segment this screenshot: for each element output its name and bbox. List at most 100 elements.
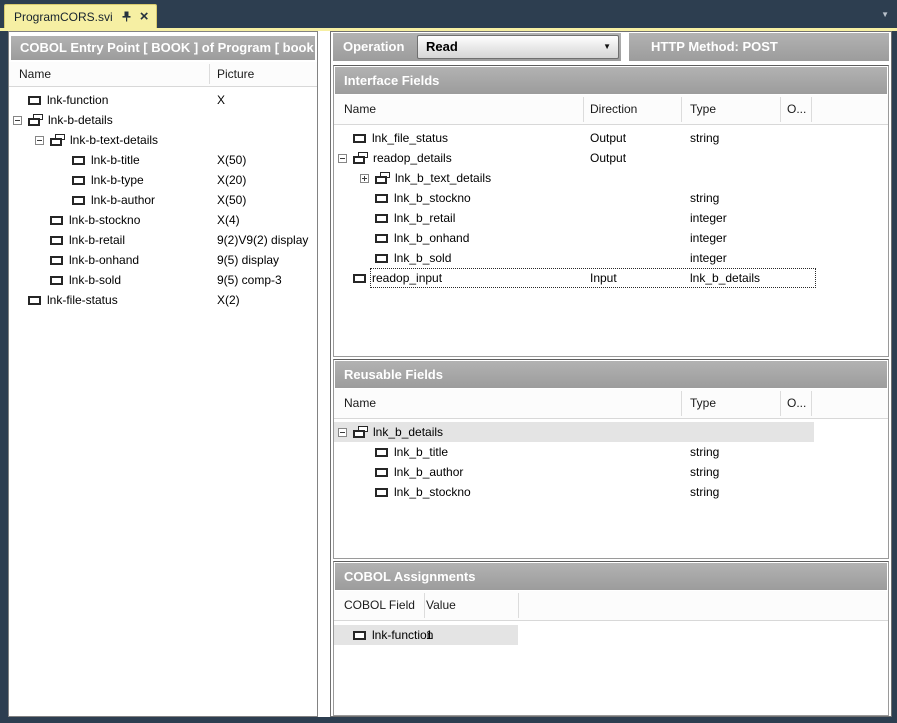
tab-overflow-icon[interactable]: ▼: [881, 10, 889, 19]
tree-row-lnk_b_title[interactable]: lnk_b_titlestring: [334, 442, 888, 462]
column-header-value: Value: [426, 591, 456, 620]
cell-type: lnk_b_details: [690, 268, 760, 288]
tree-row-lnk_b_onhand[interactable]: lnk_b_onhand integer: [334, 228, 888, 248]
column-separator: [681, 97, 682, 122]
cell-type: string: [690, 442, 719, 462]
cell-picture: X(2): [217, 290, 240, 310]
row-label: lnk_b_onhand: [394, 231, 469, 245]
interface-fields-section: Interface Fields Name Direction Type O..…: [333, 65, 889, 357]
close-icon[interactable]: ×: [140, 9, 149, 24]
cell-type: string: [690, 128, 719, 148]
collapse-icon[interactable]: [338, 428, 347, 437]
column-separator: [780, 391, 781, 416]
cell-type: string: [690, 462, 719, 482]
field-icon: [375, 468, 388, 477]
row-label: lnk-b-text-details: [70, 133, 158, 147]
group-icon: [28, 114, 43, 126]
row-label: lnk-b-stockno: [69, 213, 140, 227]
expander-spacer: [338, 278, 353, 279]
tree-row-lnk-b-type[interactable]: lnk-b-type X(20): [9, 170, 317, 190]
operation-bar: Operation Read ▼: [333, 33, 621, 61]
expand-icon[interactable]: [360, 174, 369, 183]
expander-spacer: [35, 240, 50, 241]
tree-row-lnk_b_stockno[interactable]: lnk_b_stocknostring: [334, 188, 888, 208]
tree-row-lnk-b-retail[interactable]: lnk-b-retail9(2)V9(2) display: [9, 230, 317, 250]
field-icon: [375, 448, 388, 457]
tree-row-lnk-b-onhand[interactable]: lnk-b-onhand9(5) display: [9, 250, 317, 270]
cell-picture: X: [217, 90, 225, 110]
panel-splitter[interactable]: [318, 31, 330, 717]
tree-row-lnk-b-sold[interactable]: lnk-b-sold9(5) comp-3: [9, 270, 317, 290]
expander-spacer: [13, 100, 28, 101]
cell-picture: X(20): [217, 170, 246, 190]
http-method-label: HTTP Method: POST: [629, 33, 889, 61]
right-panel: Operation Read ▼ HTTP Method: POST Inter…: [330, 31, 892, 717]
field-icon: [72, 196, 85, 205]
interface-fields-grid: lnk_file_status Output stringreadop_detail…: [334, 125, 888, 356]
tree-row-lnk_b_text_details[interactable]: lnk_b_text_details: [334, 168, 888, 188]
cobol-assignments-section: COBOL Assignments COBOL Field Value lnk-…: [333, 561, 889, 716]
cell-picture: X(50): [217, 190, 246, 210]
column-header-cobol-field: COBOL Field: [344, 591, 415, 620]
tree-row-lnk_b_stockno[interactable]: lnk_b_stocknostring: [334, 482, 888, 502]
tree-row-lnk-b-details[interactable]: lnk-b-details: [9, 110, 317, 130]
operation-select[interactable]: Read ▼: [417, 35, 619, 59]
tree-row-lnk-b-text-details[interactable]: lnk-b-text-details: [9, 130, 317, 150]
tree-row-lnk_b_retail[interactable]: lnk_b_retailinteger: [334, 208, 888, 228]
column-header-picture: Picture: [217, 62, 254, 86]
field-icon: [28, 296, 41, 305]
tree-row-lnk-function[interactable]: lnk-function X: [9, 90, 317, 110]
cell-type: integer: [690, 228, 727, 248]
tree-row-lnk-b-author[interactable]: lnk-b-authorX(50): [9, 190, 317, 210]
tree-row-lnk-file-status[interactable]: lnk-file-status X(2): [9, 290, 317, 310]
pin-icon[interactable]: [121, 11, 132, 22]
column-separator: [780, 97, 781, 122]
column-header-name: Name: [19, 62, 51, 86]
row-label: lnk_b_sold: [394, 251, 451, 265]
row-label: lnk_file_status: [372, 131, 448, 145]
left-panel-title: COBOL Entry Point [ BOOK ] of Program [ …: [11, 36, 315, 60]
tree-row-lnk_b_details[interactable]: lnk_b_details: [334, 422, 888, 442]
cell-picture: 9(5) display: [217, 250, 279, 270]
row-label: lnk-function: [47, 93, 108, 107]
group-icon: [353, 426, 368, 438]
tree-row-lnk_b_author[interactable]: lnk_b_author string: [334, 462, 888, 482]
tree-row-lnk_b_sold[interactable]: lnk_b_soldinteger: [334, 248, 888, 268]
cobol-assignments-header: COBOL Field Value: [334, 591, 888, 621]
column-header-name: Name: [344, 389, 376, 418]
field-icon: [375, 234, 388, 243]
tree-row-lnk_file_status[interactable]: lnk_file_status Output string: [334, 128, 888, 148]
tree-row-readop_input[interactable]: readop_inputInputlnk_b_details: [334, 268, 888, 288]
tab-title: ProgramCORS.svi: [14, 10, 113, 24]
row-label: lnk_b_stockno: [394, 191, 471, 205]
cobol-assignments-grid: lnk-function1: [334, 621, 888, 715]
collapse-icon[interactable]: [35, 136, 44, 145]
group-icon: [50, 134, 65, 146]
column-separator: [209, 64, 210, 84]
cell-picture: X(50): [217, 150, 246, 170]
reusable-fields-title: Reusable Fields: [335, 361, 887, 388]
reusable-fields-header: Name Type O...: [334, 389, 888, 419]
field-icon: [72, 176, 85, 185]
expander-spacer: [360, 198, 375, 199]
tree-row-readop_details[interactable]: readop_detailsOutput: [334, 148, 888, 168]
tree-row-lnk-b-title[interactable]: lnk-b-titleX(50): [9, 150, 317, 170]
row-label: lnk-file-status: [47, 293, 118, 307]
row-label: lnk_b_author: [394, 465, 463, 479]
row-label: lnk-function: [372, 628, 433, 642]
expander-spacer: [35, 220, 50, 221]
collapse-icon[interactable]: [338, 154, 347, 163]
cell-direction: Output: [590, 128, 626, 148]
group-icon: [375, 172, 390, 184]
collapse-icon[interactable]: [13, 116, 22, 125]
tree-row-lnk-b-stockno[interactable]: lnk-b-stocknoX(4): [9, 210, 317, 230]
expander-spacer: [13, 300, 28, 301]
operation-label: Operation: [343, 39, 404, 54]
column-header-type: Type: [690, 95, 716, 124]
column-separator: [583, 97, 584, 122]
row-label: lnk-b-type: [91, 173, 144, 187]
row-label: lnk_b_text_details: [395, 171, 491, 185]
tab-programcors-svi[interactable]: ProgramCORS.svi ×: [4, 4, 157, 28]
field-icon: [353, 631, 366, 640]
tree-row-lnk-function[interactable]: lnk-function1: [334, 625, 888, 645]
